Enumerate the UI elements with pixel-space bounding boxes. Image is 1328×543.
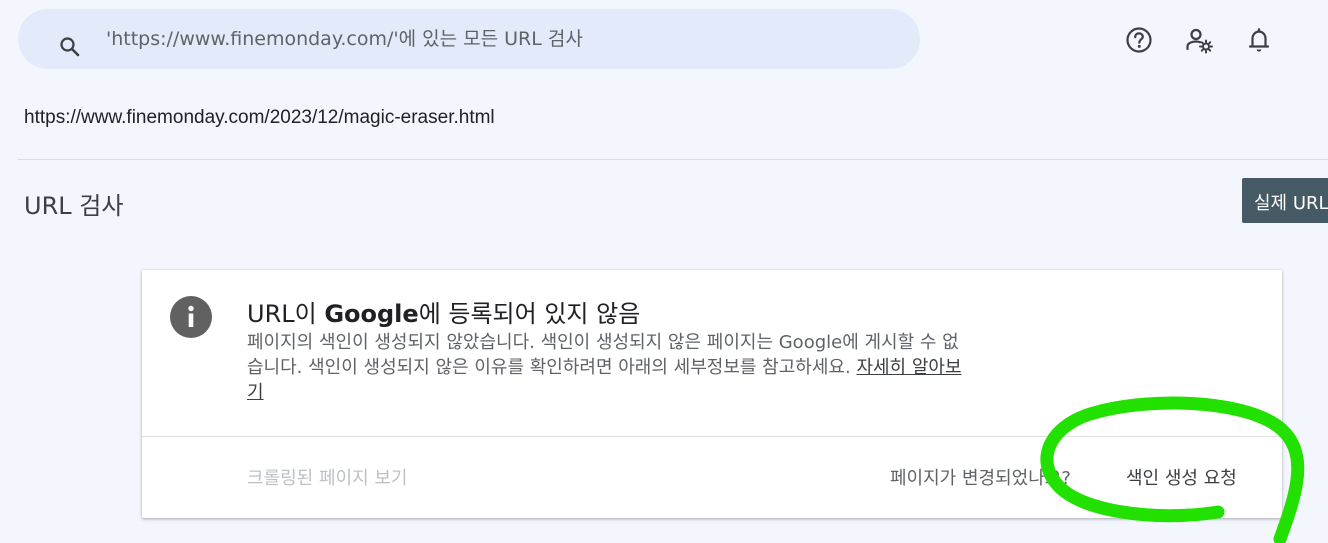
help-icon[interactable]: [1124, 25, 1154, 55]
test-live-url-button[interactable]: 실제 URL: [1242, 178, 1328, 223]
manage-users-icon[interactable]: [1184, 25, 1214, 55]
card-title: URL이 Google에 등록되어 있지 않음: [247, 294, 640, 329]
page-title: URL 검사: [24, 192, 124, 220]
search-input[interactable]: [106, 25, 866, 53]
notifications-icon[interactable]: [1244, 25, 1274, 55]
search-bar[interactable]: [18, 9, 920, 69]
card-description-text: 페이지의 색인이 생성되지 않았습니다. 색인이 생성되지 않은 페이지는 Go…: [247, 332, 959, 378]
card-title-prefix: URL이: [247, 300, 325, 328]
header-divider: [18, 159, 1328, 160]
info-icon: [170, 296, 212, 342]
card-title-brand: Google: [324, 300, 419, 328]
inspected-url: https://www.finemonday.com/2023/12/magic…: [24, 107, 495, 128]
card-title-suffix: 에 등록되어 있지 않음: [418, 300, 641, 328]
card-description: 페이지의 색인이 생성되지 않았습니다. 색인이 생성되지 않은 페이지는 Go…: [247, 330, 967, 405]
green-circle-annotation: [1040, 396, 1305, 543]
view-crawled-page-button[interactable]: 크롤링된 페이지 보기: [247, 464, 407, 490]
